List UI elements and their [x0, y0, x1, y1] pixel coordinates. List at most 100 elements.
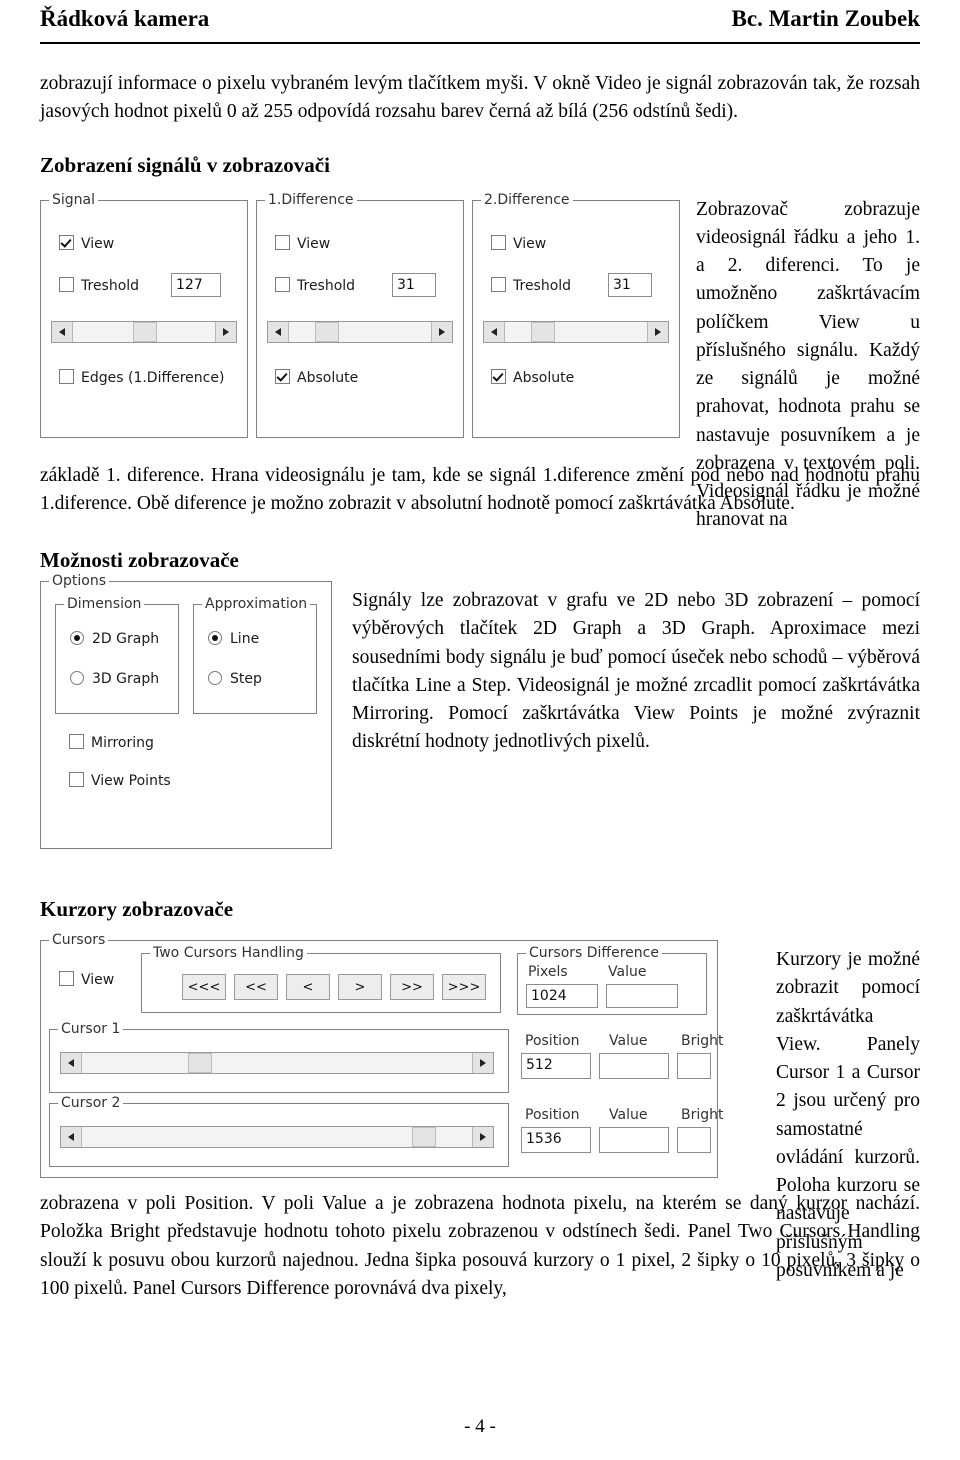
button-forward-100[interactable]: >>> — [442, 974, 486, 1001]
signal-figure-row: Signal View Treshold 127 Edges (1.Differ… — [40, 191, 920, 530]
diff1-view-checkbox[interactable]: View — [275, 234, 331, 252]
radio-2d-graph[interactable]: 2D Graph — [70, 631, 159, 647]
scroll-right-arrow-icon[interactable] — [647, 321, 668, 342]
group-dimension: Dimension 2D Graph 3D Graph — [55, 596, 179, 715]
scroll-left-arrow-icon[interactable] — [268, 321, 289, 342]
options-figure-row: Options Dimension 2D Graph 3D Graph Appr… — [40, 573, 920, 887]
diff2-absolute-checkbox[interactable]: Absolute — [491, 368, 574, 386]
section2-text: Signály lze zobrazovat v grafu ve 2D neb… — [352, 590, 920, 753]
checkbox-view-points-label: View Points — [91, 773, 171, 790]
cursor-2-value-input[interactable] — [599, 1127, 669, 1154]
cursor-2-position-input[interactable]: 1536 — [521, 1127, 591, 1154]
cursor-1-value-label: Value — [609, 1033, 648, 1050]
radio-line[interactable]: Line — [208, 631, 259, 647]
group-dimension-legend: Dimension — [64, 596, 145, 613]
group-signal-legend: Signal — [49, 191, 99, 208]
signal-treshold-scrollbar[interactable] — [51, 320, 237, 343]
radio-step-label: Step — [230, 671, 262, 688]
section3-side-text: Kurzory je možné zobrazit pomocí zaškrtá… — [776, 949, 920, 1281]
scroll-right-arrow-icon[interactable] — [472, 1127, 493, 1148]
signal-settings-window[interactable]: Signal View Treshold 127 Edges (1.Differ… — [40, 191, 680, 450]
group-cursors-difference: Cursors Difference Pixels Value 1024 — [517, 945, 707, 1016]
signal-treshold-input[interactable]: 127 — [171, 272, 221, 297]
scroll-left-arrow-icon[interactable] — [61, 1127, 82, 1148]
scroll-thumb[interactable] — [188, 1053, 212, 1074]
checkbox-mirroring-label: Mirroring — [91, 735, 154, 752]
signal-view-label: View — [81, 235, 115, 252]
scroll-right-arrow-icon[interactable] — [431, 321, 452, 342]
scroll-track[interactable] — [289, 321, 431, 342]
scroll-thumb[interactable] — [531, 321, 555, 342]
cursor-1-value-input[interactable] — [599, 1053, 669, 1080]
checkbox-mirroring[interactable]: Mirroring — [69, 734, 154, 751]
options-window[interactable]: Options Dimension 2D Graph 3D Graph Appr… — [40, 573, 332, 850]
diff2-treshold-input[interactable]: 31 — [608, 272, 652, 297]
scroll-track[interactable] — [82, 1053, 472, 1074]
diff1-absolute-checkbox[interactable]: Absolute — [275, 368, 358, 386]
cursors-view-checkbox[interactable]: View — [59, 971, 114, 988]
scroll-right-arrow-icon[interactable] — [472, 1053, 493, 1074]
radio-box-icon — [208, 631, 222, 646]
scroll-thumb[interactable] — [412, 1127, 436, 1148]
page-header: Řádková kamera Bc. Martin Zoubek — [40, 0, 920, 44]
signal-view-checkbox[interactable]: View — [59, 234, 115, 252]
scroll-thumb[interactable] — [133, 321, 157, 342]
checkbox-box-icon — [69, 734, 84, 750]
cursors-difference-value-input[interactable] — [606, 984, 678, 1009]
scroll-track[interactable] — [505, 321, 647, 342]
radio-3d-graph[interactable]: 3D Graph — [70, 671, 159, 687]
checkbox-box-icon — [59, 368, 74, 384]
scroll-left-arrow-icon[interactable] — [52, 321, 73, 342]
group-first-difference: 1.Difference View Treshold 31 Absolute — [256, 191, 464, 438]
group-cursor-2: Cursor 2 — [49, 1095, 509, 1168]
button-forward-1[interactable]: > — [338, 974, 382, 1001]
cursors-window[interactable]: Cursors View Two Cursors Handling <<< <<… — [40, 932, 724, 1179]
group-second-difference: 2.Difference View Treshold 31 Absolute — [472, 191, 680, 438]
page-number: - 4 - — [464, 1416, 496, 1437]
diff1-view-label: View — [297, 235, 331, 252]
scroll-track[interactable] — [82, 1127, 472, 1148]
cursors-figure-row: Cursors View Two Cursors Handling <<< <<… — [40, 932, 920, 1281]
scroll-thumb[interactable] — [315, 321, 339, 342]
diff2-treshold-checkbox[interactable]: Treshold — [491, 276, 571, 294]
cursor-1-scrollbar[interactable] — [60, 1052, 494, 1075]
scroll-left-arrow-icon[interactable] — [61, 1053, 82, 1074]
group-cursor-2-legend: Cursor 2 — [58, 1095, 124, 1112]
radio-line-label: Line — [230, 631, 260, 648]
cursor-2-value-label: Value — [609, 1107, 648, 1124]
scroll-track[interactable] — [73, 321, 215, 342]
button-back-10[interactable]: << — [234, 974, 278, 1001]
diff2-view-label: View — [513, 235, 547, 252]
checkbox-box-icon — [69, 772, 84, 788]
diff1-treshold-checkbox[interactable]: Treshold — [275, 276, 356, 294]
button-forward-10[interactable]: >> — [390, 974, 434, 1001]
checkbox-box-icon — [275, 368, 290, 384]
checkbox-view-points[interactable]: View Points — [69, 772, 171, 789]
group-options-legend: Options — [49, 573, 110, 590]
diff1-treshold-input[interactable]: 31 — [392, 272, 436, 297]
button-back-1[interactable]: < — [286, 974, 330, 1001]
header-divider — [40, 42, 920, 44]
intro-paragraph: zobrazují informace o pixelu vybraném le… — [40, 73, 920, 123]
cursor-2-scrollbar[interactable] — [60, 1126, 494, 1149]
signal-edges-label: Edges (1.Difference) — [81, 369, 225, 386]
radio-step[interactable]: Step — [208, 671, 262, 687]
cursors-difference-pixels-input[interactable]: 1024 — [526, 984, 598, 1009]
checkbox-box-icon — [59, 971, 74, 987]
button-back-100[interactable]: <<< — [182, 974, 226, 1001]
document-page: Řádková kamera Bc. Martin Zoubek zobrazu… — [0, 0, 960, 1460]
signal-edges-checkbox[interactable]: Edges (1.Difference) — [59, 368, 225, 386]
cursor-2-bright-label: Bright — [681, 1107, 724, 1124]
scroll-right-arrow-icon[interactable] — [215, 321, 236, 342]
diff1-treshold-label: Treshold — [297, 277, 356, 294]
diff2-treshold-scrollbar[interactable] — [483, 320, 669, 343]
group-cursor-1: Cursor 1 — [49, 1021, 509, 1094]
cursor-1-position-input[interactable]: 512 — [521, 1053, 591, 1080]
cursor-1-bright-label: Bright — [681, 1033, 724, 1050]
group-two-cursors-handling-legend: Two Cursors Handling — [150, 945, 307, 962]
group-cursors: Cursors View Two Cursors Handling <<< <<… — [40, 932, 724, 1179]
scroll-left-arrow-icon[interactable] — [484, 321, 505, 342]
diff2-view-checkbox[interactable]: View — [491, 234, 547, 252]
signal-treshold-checkbox[interactable]: Treshold — [59, 276, 139, 294]
diff1-treshold-scrollbar[interactable] — [267, 320, 453, 343]
